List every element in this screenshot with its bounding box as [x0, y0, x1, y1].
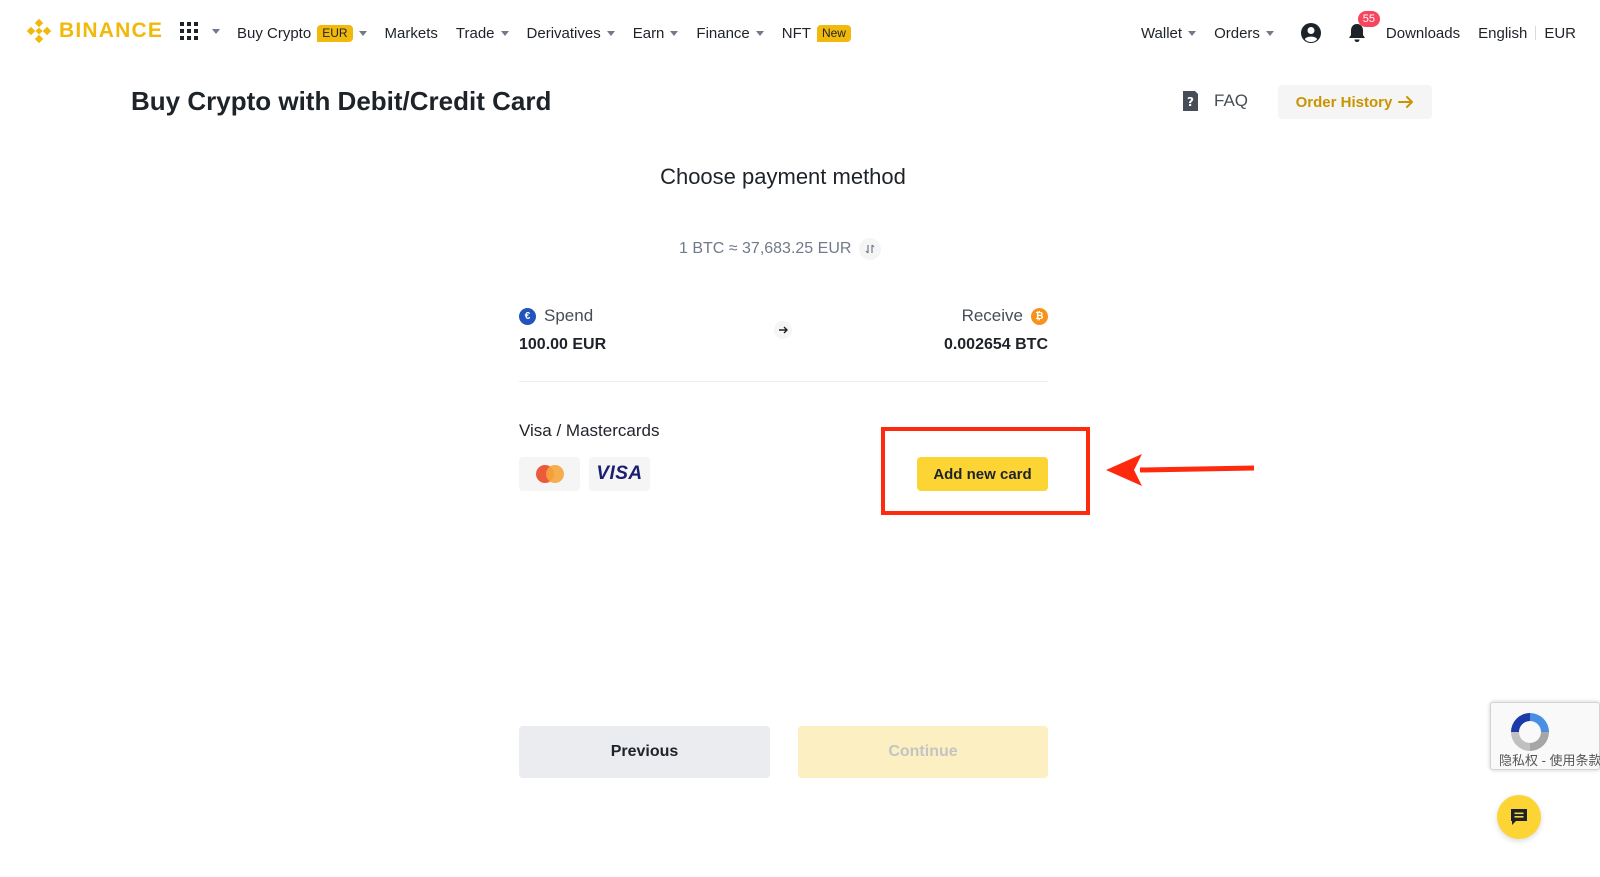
nav-downloads-label: Downloads	[1385, 24, 1461, 42]
spend-label: Spend	[544, 306, 594, 325]
receive-amount: 0.002654 BTC	[943, 336, 1048, 353]
annotation-highlight-box	[881, 427, 1090, 515]
caret-down-icon	[670, 30, 679, 36]
svg-text:?: ?	[1187, 95, 1194, 109]
exchange-rate: 1 BTC ≈ 37,683.25 EUR	[679, 238, 882, 260]
nav-orders-label: Orders	[1214, 24, 1260, 42]
caret-down-icon	[500, 30, 509, 36]
nav-orders[interactable]: Orders	[1214, 25, 1274, 42]
binance-logo-icon	[26, 18, 52, 44]
chat-icon	[1511, 809, 1527, 825]
mastercard-logo	[519, 457, 580, 491]
notifications-button[interactable]: 55	[1346, 11, 1380, 44]
nav-trade-label: Trade	[455, 24, 495, 42]
swap-rate-button[interactable]	[859, 238, 882, 260]
nav-derivatives[interactable]: Derivatives	[527, 25, 615, 42]
nav-divider	[1535, 26, 1537, 40]
receive-block: Receive ₿ 0.002654 BTC	[944, 306, 1048, 354]
nav-finance[interactable]: Finance	[696, 24, 764, 42]
currency-selector[interactable]: EUR	[1544, 25, 1576, 42]
recaptcha-icon	[1511, 713, 1549, 751]
nav-derivatives-label: Derivatives	[526, 24, 601, 42]
currency-label: EUR	[1544, 24, 1576, 42]
main-nav: Buy Crypto EUR Markets Trade Derivatives…	[237, 22, 869, 44]
nav-markets[interactable]: Markets	[385, 25, 438, 42]
brand-name: BINANCE	[59, 19, 164, 42]
nav-downloads[interactable]: Downloads	[1386, 25, 1460, 42]
nav-wallet-label: Wallet	[1140, 24, 1183, 42]
nav-markets-label: Markets	[384, 24, 438, 42]
page-title: Buy Crypto with Debit/Credit Card	[131, 86, 552, 116]
nav-finance-label: Finance	[696, 24, 750, 42]
arrow-right-icon	[1398, 96, 1414, 108]
recaptcha-terms: 隐私权 - 使用条款	[1499, 753, 1600, 768]
nav-wallet[interactable]: Wallet	[1140, 24, 1197, 42]
swap-icon	[865, 244, 875, 254]
annotation-arrow-icon	[1106, 454, 1255, 486]
spend-block: € Spend 100.00 EUR	[519, 306, 606, 354]
conversion-arrow	[774, 321, 792, 339]
profile-button[interactable]	[1300, 22, 1322, 44]
cards-title: Visa / Mastercards	[519, 421, 660, 440]
caret-down-icon	[358, 30, 367, 36]
eur-badge: EUR	[317, 24, 353, 42]
section-title: Choose payment method	[660, 164, 906, 189]
nav-buy-crypto[interactable]: Buy Crypto EUR	[237, 24, 367, 42]
arrow-right-icon	[779, 326, 788, 334]
caret-down-icon	[606, 30, 615, 36]
continue-button[interactable]: Continue	[798, 726, 1048, 778]
caret-down-icon	[212, 28, 220, 34]
spend-amount: 100.00 EUR	[519, 336, 607, 353]
visa-text: VISA	[596, 463, 643, 484]
notification-count-badge: 55	[1357, 11, 1380, 27]
grid-icon	[180, 22, 198, 40]
order-history-label: Order History	[1295, 93, 1393, 111]
visa-logo: VISA	[589, 457, 650, 491]
receive-label: Receive	[961, 306, 1023, 325]
euro-coin-icon: €	[519, 307, 536, 325]
bitcoin-coin-icon: ₿	[1031, 307, 1048, 325]
faq-icon: ?	[1183, 91, 1198, 111]
mastercard-icon	[535, 465, 564, 483]
previous-button[interactable]: Previous	[519, 726, 770, 778]
faq-link[interactable]: ? FAQ	[1180, 90, 1248, 112]
user-icon	[1300, 23, 1321, 43]
chat-support-button[interactable]	[1497, 795, 1541, 839]
section-divider	[519, 381, 1048, 382]
language-selector[interactable]: English	[1478, 25, 1527, 42]
rate-text: 1 BTC ≈ 37,683.25 EUR	[679, 240, 852, 257]
caret-down-icon	[1188, 30, 1197, 36]
top-navigation: BINANCE Buy Crypto EUR Markets Trade Der…	[0, 0, 1600, 66]
nav-nft[interactable]: NFT New	[781, 24, 851, 42]
order-history-button[interactable]: Order History	[1278, 85, 1432, 119]
nav-buy-crypto-label: Buy Crypto	[237, 24, 312, 42]
apps-menu[interactable]	[180, 22, 220, 40]
recaptcha-badge[interactable]: 隐私权 - 使用条款	[1490, 702, 1600, 770]
faq-label: FAQ	[1214, 91, 1249, 110]
nav-trade[interactable]: Trade	[456, 25, 509, 42]
nav-earn[interactable]: Earn	[633, 25, 679, 42]
nav-nft-label: NFT	[781, 24, 811, 42]
user-nav: Wallet Orders 55 Downloads English EUR	[1123, 11, 1576, 44]
new-badge: New	[816, 24, 851, 42]
caret-down-icon	[1265, 30, 1274, 36]
language-label: English	[1478, 24, 1528, 42]
binance-logo[interactable]: BINANCE	[26, 18, 163, 44]
nav-earn-label: Earn	[632, 24, 665, 42]
caret-down-icon	[755, 30, 764, 36]
